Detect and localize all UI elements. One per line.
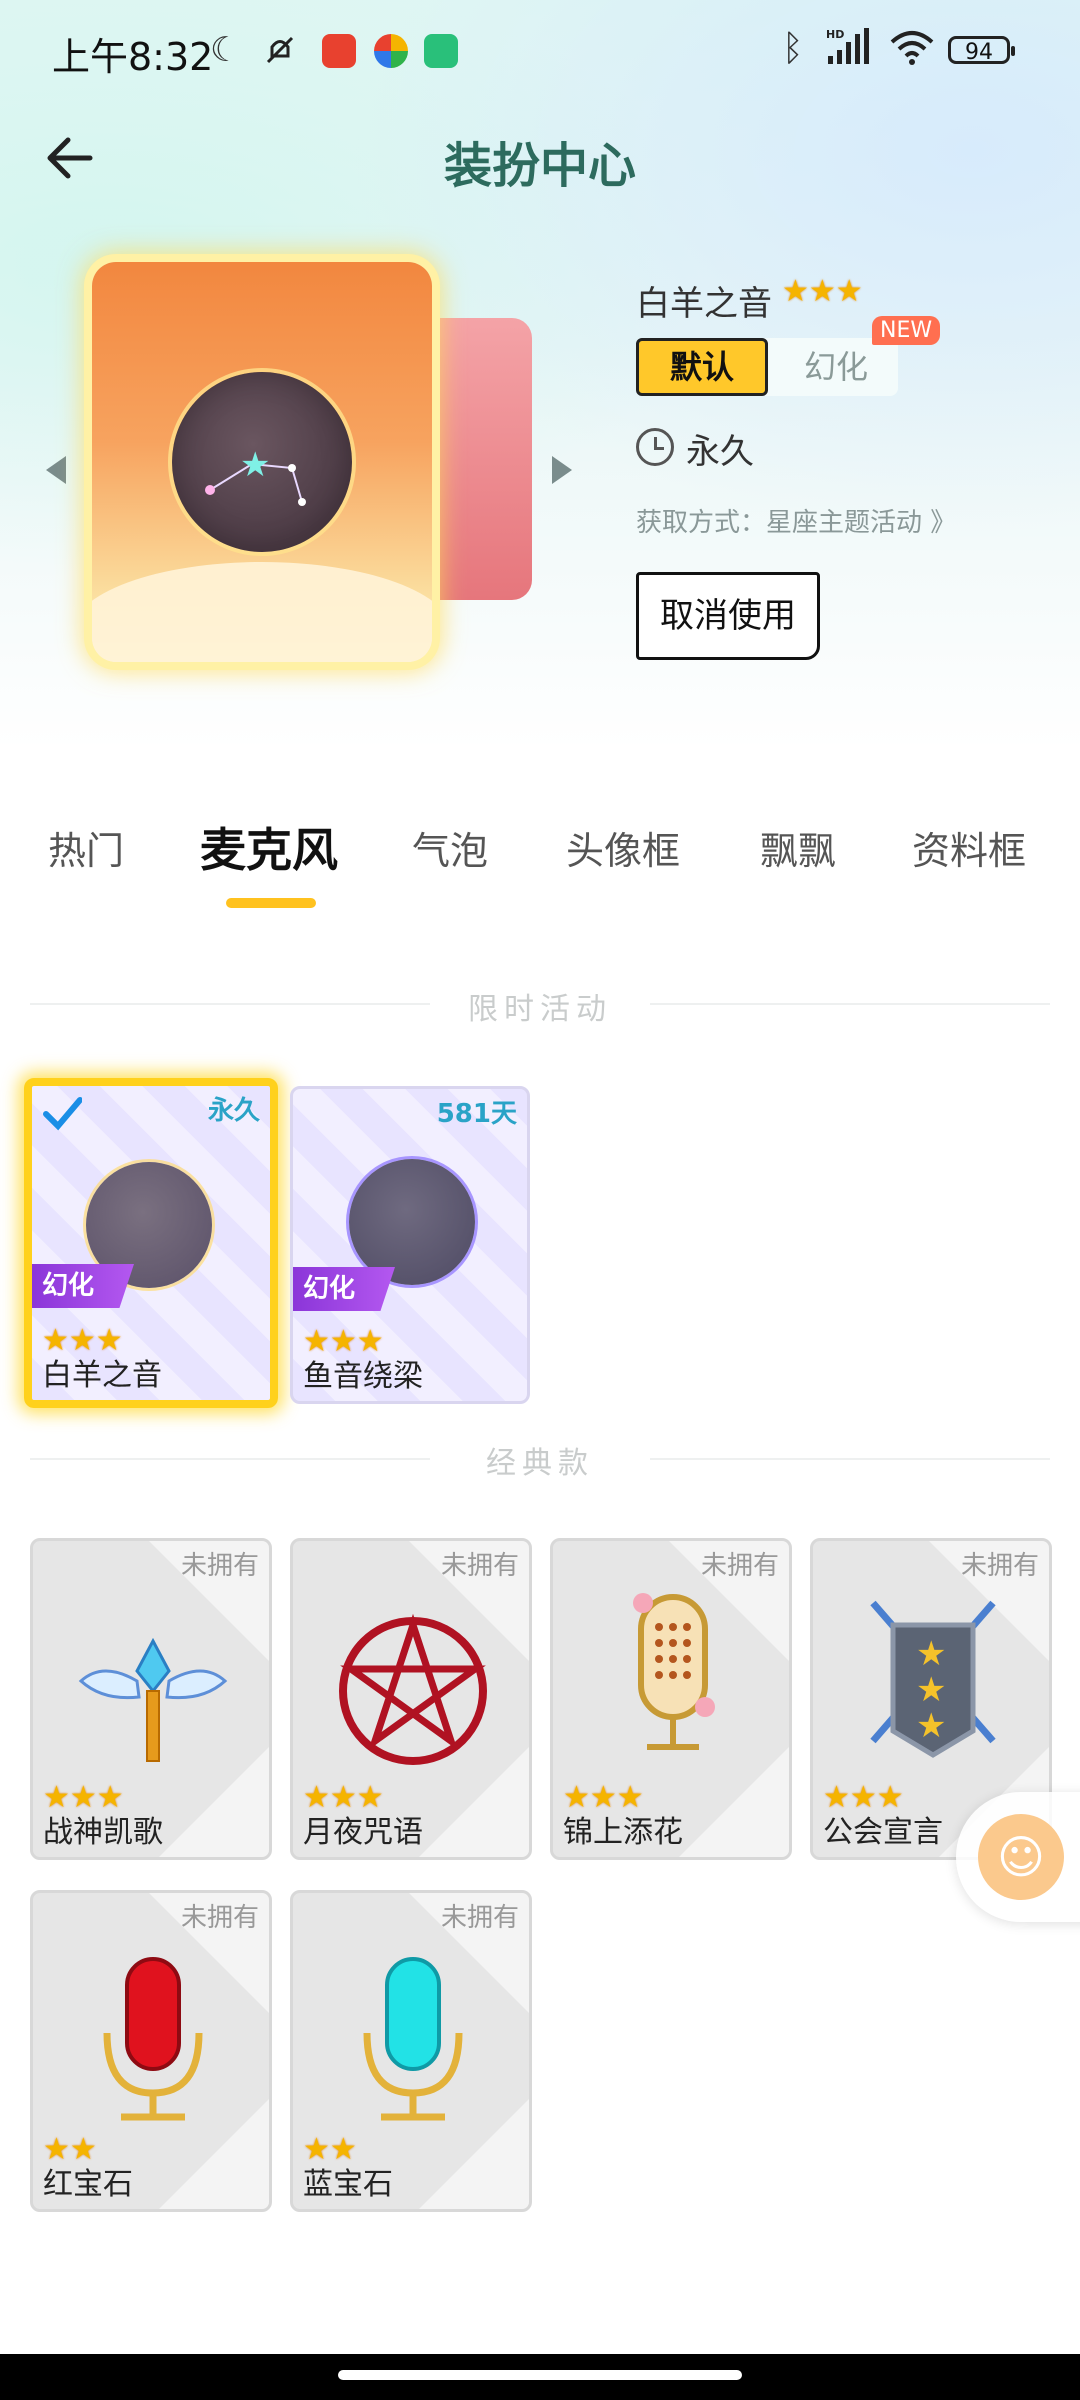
svg-text:HD: HD: [826, 28, 844, 41]
tab-profile-frame[interactable]: 资料框: [912, 820, 1026, 875]
app-icon-game: [322, 34, 356, 68]
mute-icon: [266, 36, 294, 64]
constellation-icon: [349, 1159, 475, 1285]
mic-card-ruby[interactable]: 未拥有 ★★ 红宝石: [30, 1890, 272, 2212]
style-default-button[interactable]: 默认: [636, 338, 768, 396]
pentagram-icon: [339, 1613, 487, 1765]
svg-text:★: ★: [916, 1670, 946, 1710]
not-owned-tag: 未拥有: [180, 1551, 259, 1581]
mic-name: 鱼音绕梁: [303, 1359, 423, 1394]
svg-text:★: ★: [916, 1634, 946, 1674]
mic-name: 锦上添花: [563, 1815, 683, 1850]
illusion-badge: 幻化: [32, 1264, 134, 1308]
not-owned-tag: 未拥有: [960, 1551, 1039, 1581]
not-owned-tag: 未拥有: [180, 1903, 259, 1933]
item-name: 白羊之音: [636, 284, 772, 324]
acquire-method-link[interactable]: 获取方式：星座主题活动 》: [636, 502, 956, 539]
duration-tag: 581天: [436, 1099, 517, 1129]
tab-bubble[interactable]: 气泡: [412, 820, 488, 875]
tab-avatar-frame[interactable]: 头像框: [566, 820, 680, 875]
svg-text:★: ★: [916, 1706, 946, 1746]
mic-name: 蓝宝石: [303, 2167, 393, 2202]
app-icon-pinwheel: [374, 34, 408, 68]
star-rating-icon: ★★★: [782, 274, 863, 309]
mic-name: 公会宣言: [823, 1815, 943, 1850]
home-indicator[interactable]: [338, 2370, 742, 2380]
shield-swords-icon: ★★★: [870, 1600, 996, 1758]
carousel-prev-icon[interactable]: [46, 456, 66, 484]
clock-icon: [636, 428, 674, 466]
carousel-next-icon[interactable]: [552, 456, 572, 484]
mic-card-war-god[interactable]: 未拥有 ★★★ 战神凯歌: [30, 1538, 272, 1860]
page-title: 装扮中心: [443, 138, 636, 194]
constellation-icon: ★: [172, 372, 352, 552]
winged-scepter-icon: [78, 1637, 228, 1762]
mic-card-sapphire[interactable]: 未拥有 ★★ 蓝宝石: [290, 1890, 532, 2212]
duration-tag: 永久: [207, 1096, 260, 1126]
accessibility-icon: ☺: [978, 1814, 1064, 1900]
style-toggle: 默认 幻化: [636, 338, 898, 396]
status-time: 上午8:32: [52, 35, 214, 79]
tab-microphone[interactable]: 麦克风: [200, 814, 338, 880]
preview-card: ★: [92, 262, 432, 662]
accessibility-float-button[interactable]: ☺: [956, 1792, 1080, 1922]
signal-hd-icon: HD: [826, 28, 869, 64]
cancel-use-button[interactable]: 取消使用: [636, 572, 820, 660]
tab-indicator: [226, 898, 316, 908]
svg-text:★: ★: [240, 445, 270, 485]
duration-label: 永久: [686, 432, 754, 472]
section-title-classic: 经典款: [486, 1446, 594, 1481]
moon-icon: ☾: [210, 30, 241, 70]
preview-next-card[interactable]: [430, 318, 532, 600]
mic-name: 战神凯歌: [43, 1815, 163, 1850]
not-owned-tag: 未拥有: [700, 1551, 779, 1581]
not-owned-tag: 未拥有: [440, 1903, 519, 1933]
mic-name: 月夜咒语: [303, 1815, 423, 1850]
app-icon-shield: [424, 34, 458, 68]
ruby-mic-icon: [103, 1957, 203, 2121]
tab-floating[interactable]: 飘飘: [760, 820, 836, 875]
check-icon: [43, 1097, 82, 1131]
bluetooth-icon: ᛒ: [782, 28, 804, 69]
mic-card-pisces[interactable]: 581天 幻化 ★★★ 鱼音绕梁: [290, 1086, 530, 1404]
mic-card-aries[interactable]: 永久 幻化 ★★★ 白羊之音: [24, 1078, 278, 1408]
status-bar: 上午8:32 ☾ ᛒ HD 94: [0, 0, 1080, 100]
mic-card-icing-on-cake[interactable]: 未拥有 ★★★ 锦上添花: [550, 1538, 792, 1860]
style-illusion-button[interactable]: 幻化: [786, 338, 886, 396]
mic-name: 白羊之音: [42, 1358, 162, 1393]
golden-mic-icon: [633, 1593, 715, 1750]
new-badge: NEW: [872, 316, 941, 345]
illusion-badge: 幻化: [293, 1267, 395, 1311]
not-owned-tag: 未拥有: [440, 1551, 519, 1581]
category-tabs: 热门 麦克风 气泡 头像框 飘飘 资料框: [0, 820, 1080, 900]
sapphire-mic-icon: [363, 1957, 463, 2121]
mic-name: 红宝石: [43, 2167, 133, 2202]
mic-card-moon-night[interactable]: 未拥有 ★★★ 月夜咒语: [290, 1538, 532, 1860]
section-title-limited: 限时活动: [468, 992, 612, 1027]
battery-icon: 94: [948, 36, 1015, 65]
wifi-icon: [890, 31, 934, 65]
cloud-decoration: [92, 562, 432, 662]
tab-hot[interactable]: 热门: [48, 820, 124, 875]
